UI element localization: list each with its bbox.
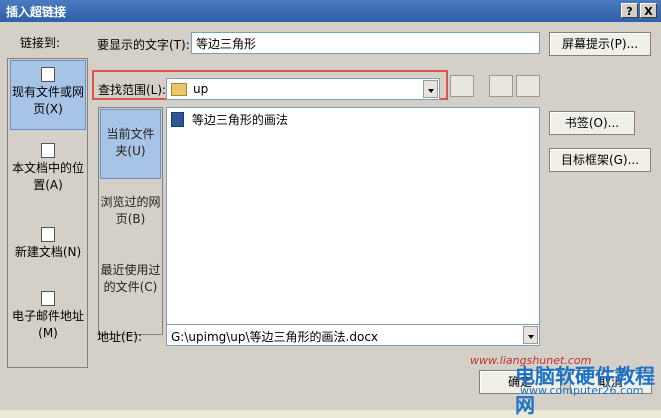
address-value: G:\upimg\up\等边三角形的画法.docx xyxy=(171,330,379,344)
nav-browsed-pages[interactable]: 浏览过的网页(B) xyxy=(100,194,161,234)
help-button[interactable]: ? xyxy=(621,3,638,18)
look-in-value: up xyxy=(193,82,209,96)
dialog-client: 链接到: 现有文件或网页(X) 本文档中的位置(A) 新建文档(N) 电子邮件地… xyxy=(0,22,661,417)
email-icon xyxy=(41,291,55,306)
target-frame-button[interactable]: 目标框架(G)... xyxy=(549,148,651,172)
close-button[interactable]: X xyxy=(640,3,657,18)
nav-current-folder[interactable]: 当前文件夹(U) xyxy=(100,109,161,179)
folder-icon xyxy=(171,83,187,96)
web-file-icon xyxy=(41,67,55,82)
link-to-sidebar: 现有文件或网页(X) 本文档中的位置(A) 新建文档(N) 电子邮件地址(M) xyxy=(7,58,88,368)
bookmark-button[interactable]: 书签(O)... xyxy=(549,111,635,135)
list-item[interactable]: 等边三角形的画法 xyxy=(171,111,288,128)
screen-tip-button[interactable]: 屏幕提示(P)... xyxy=(549,32,651,56)
document-place-icon xyxy=(41,143,55,158)
browse-nav: 当前文件夹(U) 浏览过的网页(B) 最近使用过的文件(C) xyxy=(98,107,163,335)
look-in-select[interactable]: up xyxy=(166,78,440,100)
sidebar-item-label: 新建文档(N) xyxy=(14,245,82,259)
word-document-icon xyxy=(171,112,184,127)
sidebar-item-email[interactable]: 电子邮件地址(M) xyxy=(10,291,86,349)
sidebar-item-existing-file[interactable]: 现有文件或网页(X) xyxy=(10,60,86,130)
browse-web-button[interactable] xyxy=(489,75,513,97)
nav-recent-files[interactable]: 最近使用过的文件(C) xyxy=(100,262,161,302)
address-input[interactable]: G:\upimg\up\等边三角形的画法.docx xyxy=(166,324,540,346)
new-document-icon xyxy=(41,227,55,242)
address-label: 地址(E): xyxy=(97,330,142,344)
file-list[interactable]: 等边三角形的画法 xyxy=(166,107,540,335)
display-text-label: 要显示的文字(T): xyxy=(97,38,190,52)
title-bar: 插入超链接 ? X xyxy=(0,0,661,22)
chevron-down-icon[interactable] xyxy=(423,80,438,98)
sidebar-item-label: 本文档中的位置(A) xyxy=(11,161,84,192)
up-folder-button[interactable] xyxy=(450,75,474,97)
sidebar-item-label: 现有文件或网页(X) xyxy=(11,85,84,116)
watermark-url: www.computer26.com xyxy=(520,384,644,397)
link-to-label: 链接到: xyxy=(20,36,61,50)
look-in-label: 查找范围(L): xyxy=(98,83,167,97)
sidebar-item-label: 电子邮件地址(M) xyxy=(11,309,84,340)
file-name: 等边三角形的画法 xyxy=(191,113,288,127)
dialog-title: 插入超链接 xyxy=(6,5,67,19)
browse-file-button[interactable] xyxy=(516,75,540,97)
sidebar-item-place-in-document[interactable]: 本文档中的位置(A) xyxy=(10,143,86,205)
display-text-input[interactable]: 等边三角形 xyxy=(191,32,540,54)
sidebar-item-new-document[interactable]: 新建文档(N) xyxy=(10,227,86,277)
chevron-down-icon[interactable] xyxy=(523,326,538,344)
